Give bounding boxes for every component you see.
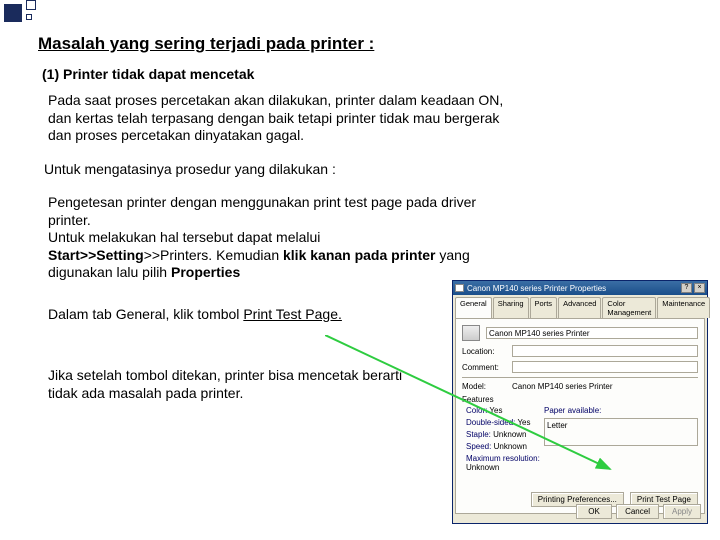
dialog-title: Canon MP140 series Printer Properties bbox=[467, 284, 606, 293]
printer-icon bbox=[455, 284, 464, 292]
feat-maxres-k: Maximum resolution: Unknown bbox=[466, 454, 544, 472]
paragraph-3: Pengetesan printer dengan menggunakan pr… bbox=[48, 194, 488, 282]
tab-maintenance[interactable]: Maintenance bbox=[657, 297, 710, 318]
tab-panel-general: Location: Comment: Model: Canon MP140 se… bbox=[455, 318, 705, 514]
p3-bold-klik: klik kanan pada printer bbox=[283, 247, 436, 263]
feat-staple-k: Staple: Unknown bbox=[466, 430, 544, 439]
comment-label: Comment: bbox=[462, 363, 506, 372]
model-value: Canon MP140 series Printer bbox=[512, 382, 613, 391]
dialog-titlebar[interactable]: Canon MP140 series Printer Properties ? … bbox=[453, 281, 707, 295]
paragraph-4: Dalam tab General, klik tombol Print Tes… bbox=[48, 306, 388, 324]
features-grid: Color: Yes Paper available: Double-sided… bbox=[466, 406, 698, 472]
feat-double-k: Double-sided: Yes bbox=[466, 418, 544, 427]
tab-general[interactable]: General bbox=[455, 297, 492, 318]
section-subhead: (1) Printer tidak dapat mencetak bbox=[42, 66, 700, 82]
tab-sharing[interactable]: Sharing bbox=[493, 297, 529, 318]
apply-button[interactable]: Apply bbox=[663, 504, 701, 519]
printer-icon-large bbox=[462, 325, 480, 341]
tab-strip: General Sharing Ports Advanced Color Man… bbox=[453, 295, 707, 318]
p3-line2a: Untuk melakukan hal tersebut dapat melal… bbox=[48, 229, 320, 245]
feat-paper-k: Paper available: bbox=[544, 406, 698, 415]
close-button[interactable]: × bbox=[694, 283, 705, 293]
paragraph-2: Untuk mengatasinya prosedur yang dilakuk… bbox=[44, 161, 514, 179]
printer-name-field[interactable] bbox=[486, 327, 698, 339]
features-label: Features bbox=[462, 395, 698, 404]
p3-bold-start: Start>>Setting bbox=[48, 247, 144, 263]
page-corner-decoration bbox=[0, 0, 40, 30]
p3-mid: >>Printers. Kemudian bbox=[144, 247, 283, 263]
comment-field[interactable] bbox=[512, 361, 698, 373]
model-label: Model: bbox=[462, 382, 506, 391]
feat-paper-v: Letter bbox=[544, 418, 698, 446]
p3-line1: Pengetesan printer dengan menggunakan pr… bbox=[48, 194, 476, 228]
tab-advanced[interactable]: Advanced bbox=[558, 297, 601, 318]
p3-bold-props: Properties bbox=[171, 264, 240, 280]
page-title: Masalah yang sering terjadi pada printer… bbox=[38, 34, 700, 54]
p4-underline: Print Test Page. bbox=[243, 306, 342, 322]
printer-properties-dialog: Canon MP140 series Printer Properties ? … bbox=[452, 280, 708, 524]
cancel-button[interactable]: Cancel bbox=[616, 504, 659, 519]
feat-color-k: Color: Yes bbox=[466, 406, 544, 415]
feat-speed-k: Speed: Unknown bbox=[466, 442, 544, 451]
location-label: Location: bbox=[462, 347, 506, 356]
help-button[interactable]: ? bbox=[681, 283, 692, 293]
tab-color-management[interactable]: Color Management bbox=[602, 297, 656, 318]
ok-button[interactable]: OK bbox=[576, 504, 612, 519]
location-field[interactable] bbox=[512, 345, 698, 357]
paragraph-5: Jika setelah tombol ditekan, printer bis… bbox=[48, 367, 408, 402]
p4-lead: Dalam tab General, klik tombol bbox=[48, 306, 243, 322]
tab-ports[interactable]: Ports bbox=[530, 297, 558, 318]
paragraph-1: Pada saat proses percetakan akan dilakuk… bbox=[48, 92, 518, 145]
